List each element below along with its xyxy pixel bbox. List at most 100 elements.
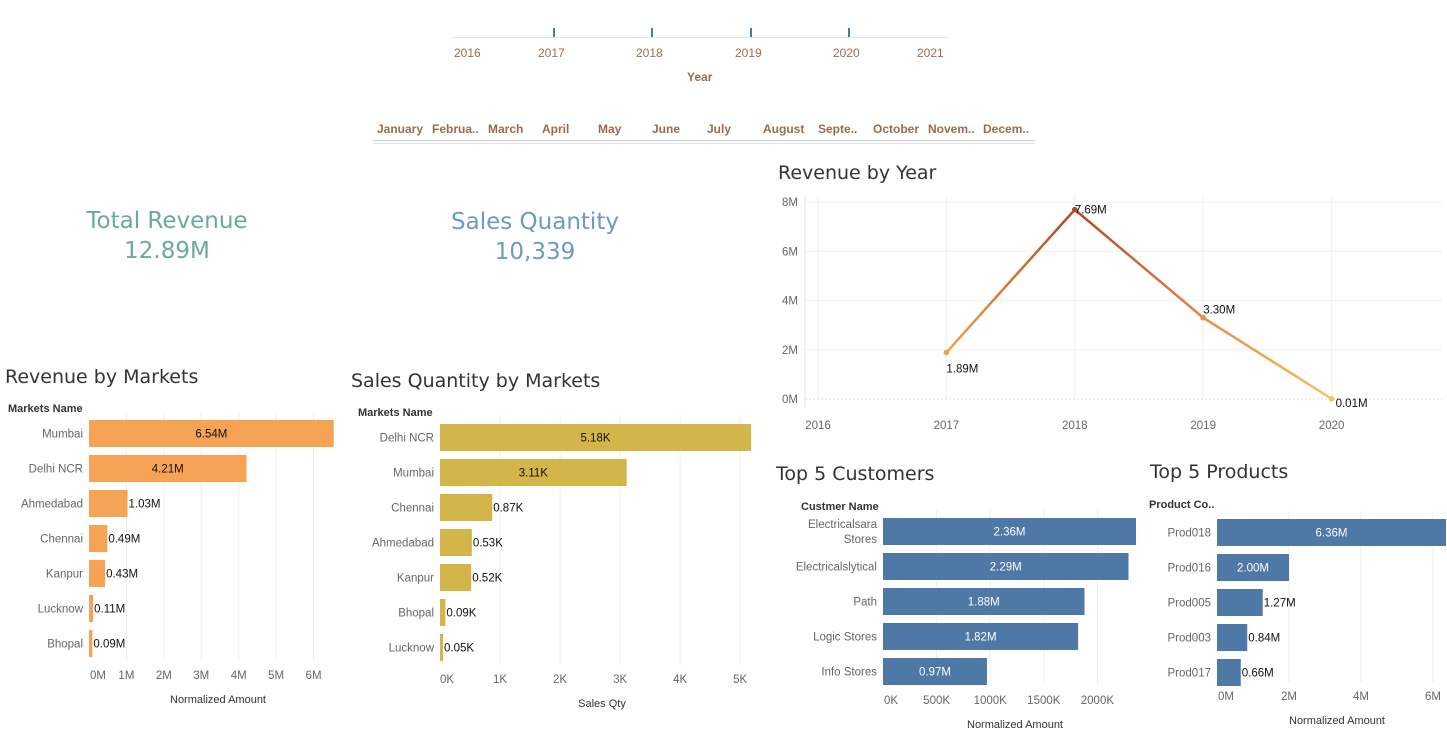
category-label: Lucknow bbox=[38, 604, 84, 616]
category-label: Mumbai bbox=[393, 468, 434, 480]
category-label: Lucknow bbox=[389, 643, 435, 655]
x-tick-label: 2016 bbox=[805, 420, 831, 432]
category-label: Ahmedabad bbox=[21, 499, 83, 511]
data-label: 1.27M bbox=[1264, 598, 1296, 610]
x-tick-label: 2K bbox=[553, 674, 567, 686]
qty-by-markets-chart: Markets Name Delhi NCR 5.18K Mumbai 3.11K Che… bbox=[358, 407, 751, 710]
data-label: 0.52K bbox=[472, 573, 502, 585]
x-tick-label: 2M bbox=[156, 670, 172, 682]
data-label: 2.36M bbox=[994, 527, 1026, 539]
bar bbox=[440, 494, 493, 521]
y-tick-label: 6M bbox=[782, 246, 798, 258]
year-option-2020[interactable]: 2020 bbox=[833, 46, 860, 60]
month-filter[interactable]: January Februa.. March April May June Ju… bbox=[373, 118, 1035, 146]
category-label: Electricalslytical bbox=[796, 562, 877, 574]
month-option-october[interactable]: October bbox=[873, 122, 919, 136]
x-tick-label: 4M bbox=[231, 670, 247, 682]
data-label: 0.53K bbox=[473, 538, 503, 550]
data-label: 0.43M bbox=[106, 569, 138, 581]
data-label: 6.36M bbox=[1316, 528, 1348, 540]
category-label: Delhi NCR bbox=[380, 433, 434, 445]
year-option-2021[interactable]: 2021 bbox=[917, 46, 944, 60]
row-header: Markets Name bbox=[8, 403, 83, 415]
x-tick-label: 500K bbox=[923, 695, 950, 707]
data-label: 0.11M bbox=[94, 604, 125, 616]
row-header: Markets Name bbox=[358, 407, 433, 419]
month-option-december[interactable]: Decem.. bbox=[983, 122, 1029, 136]
data-point bbox=[943, 349, 950, 356]
x-tick-label: 2000K bbox=[1081, 695, 1115, 707]
x-tick-label: 5K bbox=[733, 674, 747, 686]
month-option-april[interactable]: April bbox=[542, 122, 569, 136]
total-revenue-value: 12.89M bbox=[124, 238, 210, 264]
category-label: Delhi NCR bbox=[29, 464, 83, 476]
year-filter[interactable]: 2016 2017 2018 2019 2020 2021 Year bbox=[453, 24, 948, 86]
category-label: Logic Stores bbox=[813, 632, 877, 644]
x-tick-label: 5M bbox=[268, 670, 284, 682]
month-option-august[interactable]: August bbox=[763, 122, 804, 136]
data-label: 2.29M bbox=[990, 562, 1022, 574]
data-label: 0.49M bbox=[108, 534, 140, 546]
month-option-january[interactable]: January bbox=[377, 122, 423, 136]
month-option-november[interactable]: Novem.. bbox=[928, 122, 975, 136]
category-label: Kanpur bbox=[397, 573, 434, 585]
year-option-2016[interactable]: 2016 bbox=[454, 46, 481, 60]
bar bbox=[440, 634, 444, 661]
x-tick-label: 4M bbox=[1353, 691, 1369, 703]
revenue-by-markets-title: Revenue by Markets bbox=[5, 366, 199, 388]
data-label: 4.21M bbox=[152, 464, 184, 476]
x-axis-title: Normalized Amount bbox=[1289, 715, 1385, 727]
category-label: Electricalsara bbox=[808, 519, 878, 531]
category-label: Info Stores bbox=[821, 667, 877, 679]
sales-quantity-label: Sales Quantity bbox=[451, 209, 619, 235]
category-label: Prod017 bbox=[1168, 668, 1211, 680]
sales-quantity-value: 10,339 bbox=[494, 239, 576, 265]
category-label: Chennai bbox=[391, 503, 434, 515]
category-label: Chennai bbox=[40, 534, 83, 546]
data-label: 0.05K bbox=[444, 643, 474, 655]
bar bbox=[89, 595, 94, 622]
x-tick-label: 1M bbox=[118, 670, 134, 682]
data-label: 5.18K bbox=[580, 433, 610, 445]
bar bbox=[440, 564, 472, 591]
x-tick-label: 0M bbox=[90, 670, 106, 682]
category-label: Mumbai bbox=[42, 429, 83, 441]
data-label: 0.66M bbox=[1242, 668, 1274, 680]
month-option-july[interactable]: July bbox=[707, 122, 731, 136]
data-label: 0.09K bbox=[446, 608, 476, 620]
x-tick-label: 0K bbox=[884, 695, 898, 707]
month-option-september[interactable]: Septe.. bbox=[818, 122, 857, 136]
y-tick-label: 8M bbox=[782, 197, 798, 209]
month-option-june[interactable]: June bbox=[652, 122, 680, 136]
revenue-by-year-chart: 0M2M4M6M8M2016201720182019202020211.89M7… bbox=[782, 196, 1442, 432]
category-label: Prod018 bbox=[1168, 528, 1211, 540]
month-option-february[interactable]: Februa.. bbox=[432, 122, 479, 136]
bar bbox=[89, 560, 106, 587]
x-axis-title: Normalized Amount bbox=[170, 694, 266, 706]
bar bbox=[1217, 659, 1241, 686]
total-revenue-label: Total Revenue bbox=[86, 208, 248, 234]
data-label: 0.09M bbox=[93, 639, 125, 651]
data-label: 0.01M bbox=[1336, 398, 1368, 410]
month-option-march[interactable]: March bbox=[488, 122, 523, 136]
category-label: Kanpur bbox=[46, 569, 83, 581]
category-label: Path bbox=[853, 597, 877, 609]
revenue-by-markets-chart: Markets Name Mumbai 6.54M Delhi NCR 4.21M Ahm… bbox=[8, 403, 334, 706]
data-label: 7.69M bbox=[1075, 205, 1107, 217]
year-tick-2019 bbox=[750, 28, 752, 37]
x-tick-label: 0K bbox=[440, 674, 454, 686]
data-label: 1.82M bbox=[965, 632, 997, 644]
year-option-2018[interactable]: 2018 bbox=[636, 46, 663, 60]
month-option-may[interactable]: May bbox=[598, 122, 621, 136]
year-option-2019[interactable]: 2019 bbox=[735, 46, 762, 60]
x-tick-label: 1500K bbox=[1027, 695, 1061, 707]
data-label: 3.30M bbox=[1203, 305, 1235, 317]
data-label: 0.97M bbox=[919, 667, 951, 679]
year-tick-2017 bbox=[553, 28, 555, 37]
year-option-2017[interactable]: 2017 bbox=[538, 46, 565, 60]
category-label: Prod016 bbox=[1168, 563, 1211, 575]
row-header: Custmer Name bbox=[801, 501, 879, 513]
x-tick-label: 6M bbox=[1425, 691, 1441, 703]
year-tick-2018 bbox=[651, 28, 653, 37]
x-tick-label: 2018 bbox=[1062, 420, 1088, 432]
